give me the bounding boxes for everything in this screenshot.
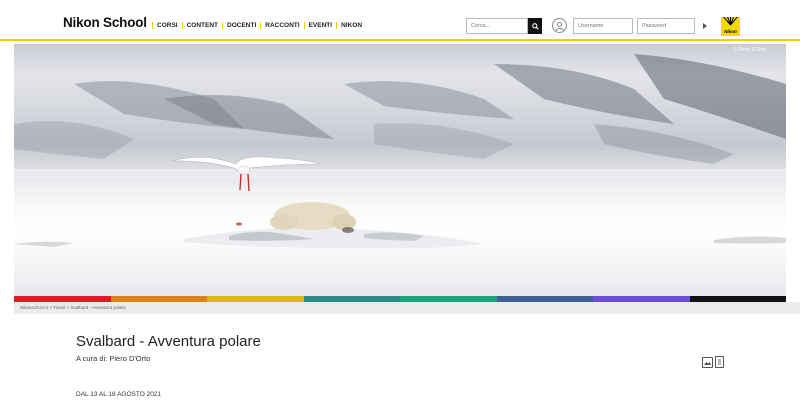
document-icon[interactable] xyxy=(715,356,724,368)
nav-separator xyxy=(260,22,262,29)
nav-item-eventi[interactable]: EVENTI xyxy=(309,22,332,29)
login-arrow-icon[interactable] xyxy=(703,23,707,29)
nikon-brand-text: Nikon xyxy=(724,29,737,34)
search-icon xyxy=(531,22,539,30)
gallery-icon[interactable] xyxy=(702,357,713,368)
site-header: Nikon School CORSI CONTENT DOCENTI RACCO… xyxy=(0,0,800,41)
nav-separator xyxy=(181,22,183,29)
nikon-brand-logo[interactable]: Nikon xyxy=(721,17,740,36)
nav-separator xyxy=(152,22,153,29)
nav-item-corsi[interactable]: CORSI xyxy=(157,22,178,29)
nav-item-content[interactable]: CONTENT xyxy=(187,22,218,29)
site-logo[interactable]: Nikon School xyxy=(63,15,147,30)
nav-item-racconti[interactable]: RACCONTI xyxy=(265,22,299,29)
search-button[interactable] xyxy=(528,18,542,34)
nav-separator xyxy=(303,22,305,29)
main-nav: CORSI CONTENT DOCENTI RACCONTI EVENTI NI… xyxy=(152,22,362,29)
article-author: A cura di: Piero D'Orto xyxy=(76,354,151,363)
nav-item-nikon[interactable]: NIKON xyxy=(341,22,362,29)
page-title: Svalbard - Avventura polare xyxy=(76,333,261,350)
nav-separator xyxy=(336,22,338,29)
event-date: DAL 13 AL 18 AGOSTO 2021 xyxy=(76,391,162,398)
breadcrumb-bar xyxy=(14,302,800,314)
user-avatar-icon[interactable] xyxy=(552,18,567,33)
password-field[interactable] xyxy=(637,18,695,34)
nav-separator xyxy=(222,22,224,29)
search-input[interactable] xyxy=(466,18,528,34)
search-bar xyxy=(466,18,542,34)
photo-credit: © Piero D'Orto xyxy=(733,47,766,53)
hero-photo: © Piero D'Orto xyxy=(14,44,786,296)
username-field[interactable] xyxy=(573,18,633,34)
nav-item-docenti[interactable]: DOCENTI xyxy=(227,22,256,29)
breadcrumb[interactable]: Nikonschool.it > Travel > Svalbard - Avv… xyxy=(20,305,126,310)
arctic-landscape-image xyxy=(14,54,786,249)
